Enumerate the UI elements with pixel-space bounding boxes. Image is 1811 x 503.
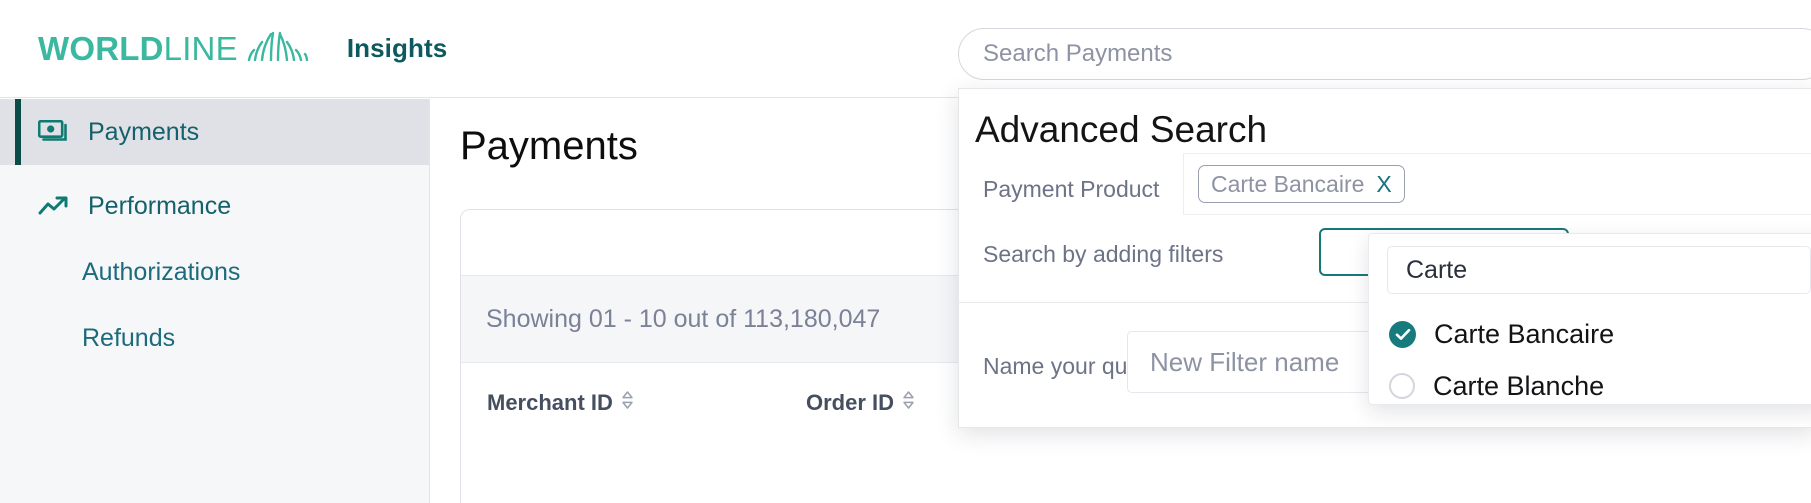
sidebar-item-payments[interactable]: Payments bbox=[0, 99, 429, 165]
sidebar-item-authorizations[interactable]: Authorizations bbox=[0, 239, 429, 305]
sidebar-item-label: Refunds bbox=[82, 323, 176, 352]
sidebar-item-performance[interactable]: Performance bbox=[0, 173, 429, 239]
logo-light-text: LINE bbox=[163, 29, 238, 67]
chip-remove-icon[interactable]: X bbox=[1376, 171, 1391, 198]
app-name-label: Insights bbox=[346, 33, 448, 63]
dropdown-option-label: Carte Bancaire bbox=[1434, 318, 1615, 349]
sidebar-item-refunds[interactable]: Refunds bbox=[0, 305, 429, 371]
sort-both-icon[interactable] bbox=[902, 390, 915, 416]
column-header-label: Order ID bbox=[806, 389, 895, 415]
chip-label: Carte Bancaire bbox=[1211, 170, 1365, 197]
selected-filter-chip[interactable]: Carte Bancaire X bbox=[1198, 165, 1405, 203]
banknote-icon bbox=[38, 117, 72, 147]
dropdown-option-carte-blanche[interactable]: Carte Blanche bbox=[1369, 358, 1811, 414]
column-header-label: Merchant ID bbox=[487, 389, 613, 415]
sidebar-nav: Payments Performance Authorizations Refu… bbox=[0, 99, 430, 503]
search-by-adding-filters-label: Search by adding filters bbox=[983, 241, 1224, 267]
sidebar-item-label: Performance bbox=[88, 191, 232, 220]
checked-radio-icon[interactable] bbox=[1389, 320, 1416, 348]
worldline-wave-icon bbox=[247, 31, 309, 66]
filter-name-placeholder: New Filter name bbox=[1150, 346, 1340, 377]
page-title: Payments bbox=[460, 124, 638, 168]
sidebar-item-label: Authorizations bbox=[82, 257, 241, 286]
payment-product-label: Payment Product bbox=[983, 176, 1160, 202]
results-summary-text: Showing 01 - 10 out of 113,180,047 bbox=[486, 304, 881, 333]
dropdown-search-input[interactable]: Carte bbox=[1387, 246, 1811, 294]
payment-product-value-field[interactable]: Carte Bancaire X bbox=[1183, 153, 1811, 215]
search-placeholder-text: Search Payments bbox=[983, 40, 1173, 67]
dropdown-search-value: Carte bbox=[1406, 255, 1468, 284]
dropdown-option-carte-bancaire[interactable]: Carte Bancaire bbox=[1369, 306, 1811, 362]
column-header-merchant-id[interactable]: Merchant ID bbox=[461, 390, 806, 416]
payment-product-dropdown: Carte Carte Bancaire Carte Blanche bbox=[1368, 233, 1811, 405]
search-payments-input[interactable]: Search Payments bbox=[958, 28, 1811, 80]
sort-both-icon[interactable] bbox=[621, 390, 634, 416]
logo-bold-text: WORLD bbox=[38, 29, 164, 67]
dropdown-option-label: Carte Blanche bbox=[1433, 370, 1605, 401]
unchecked-radio-icon[interactable] bbox=[1389, 373, 1415, 399]
trending-up-icon bbox=[38, 191, 72, 221]
sidebar-item-label: Payments bbox=[88, 117, 200, 146]
advanced-search-title: Advanced Search bbox=[975, 109, 1268, 150]
app-root: WORLD LINE Insights Search Payments Paym… bbox=[0, 0, 1811, 503]
worldline-logo[interactable]: WORLD LINE bbox=[38, 30, 309, 68]
